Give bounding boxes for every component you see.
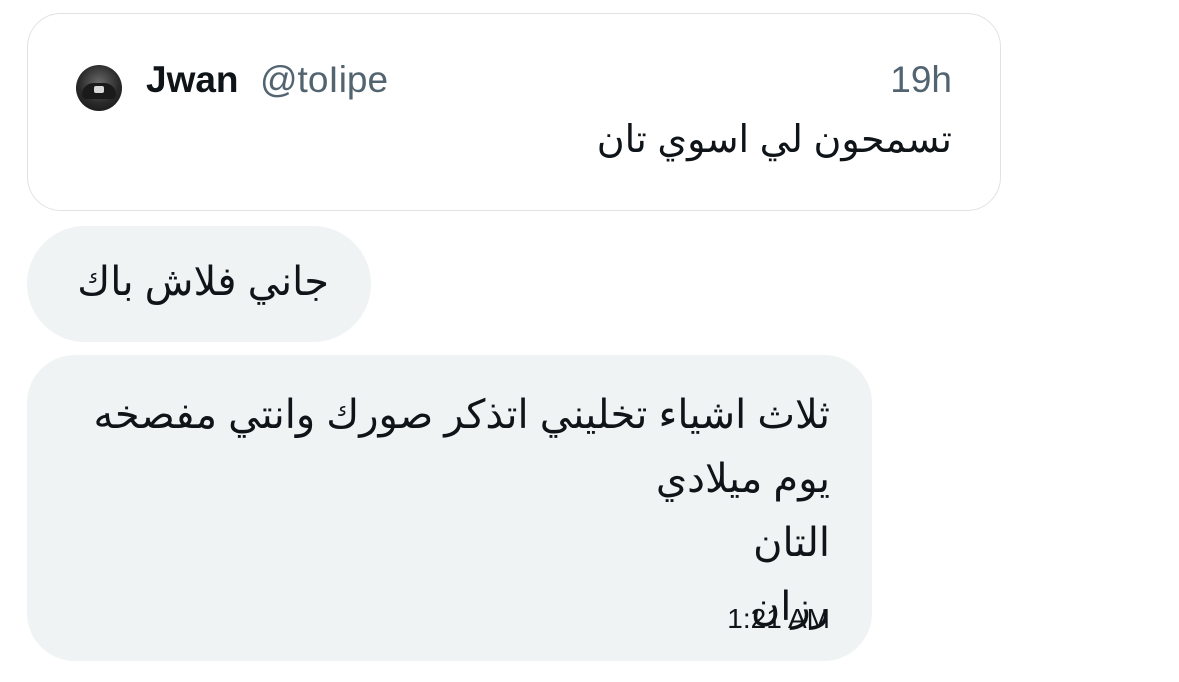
message-bubble[interactable]: جاني فلاش باك <box>27 226 371 342</box>
message-line: يوم ميلادي <box>655 457 830 501</box>
avatar-logo-shape <box>94 86 104 93</box>
quoted-tweet-time: 19h <box>890 59 952 100</box>
quoted-author-name[interactable]: Jwan <box>146 58 239 102</box>
dm-conversation: Jwan @toIipe 19h تسمحون لي اسوي تان جاني… <box>0 0 1179 682</box>
message-line: ثلاث اشياء تخليني اتذكر صورك وانتي مفصخه <box>93 393 830 437</box>
avatar[interactable] <box>76 65 122 111</box>
message-line: التان <box>753 521 830 565</box>
quoted-tweet-text: تسمحون لي اسوي تان <box>596 119 952 161</box>
message-bubble[interactable]: ثلاث اشياء تخليني اتذكر صورك وانتي مفصخه… <box>27 355 872 661</box>
quoted-tweet-card[interactable]: Jwan @toIipe 19h تسمحون لي اسوي تان <box>27 13 1001 211</box>
message-text: ثلاث اشياء تخليني اتذكر صورك وانتي مفصخه… <box>70 383 830 639</box>
message-timestamp: 1:21 AM <box>727 603 830 634</box>
message-line: رزان <box>750 585 830 629</box>
message-text: جاني فلاش باك <box>77 260 329 304</box>
quoted-author-handle[interactable]: @toIipe <box>260 58 388 102</box>
